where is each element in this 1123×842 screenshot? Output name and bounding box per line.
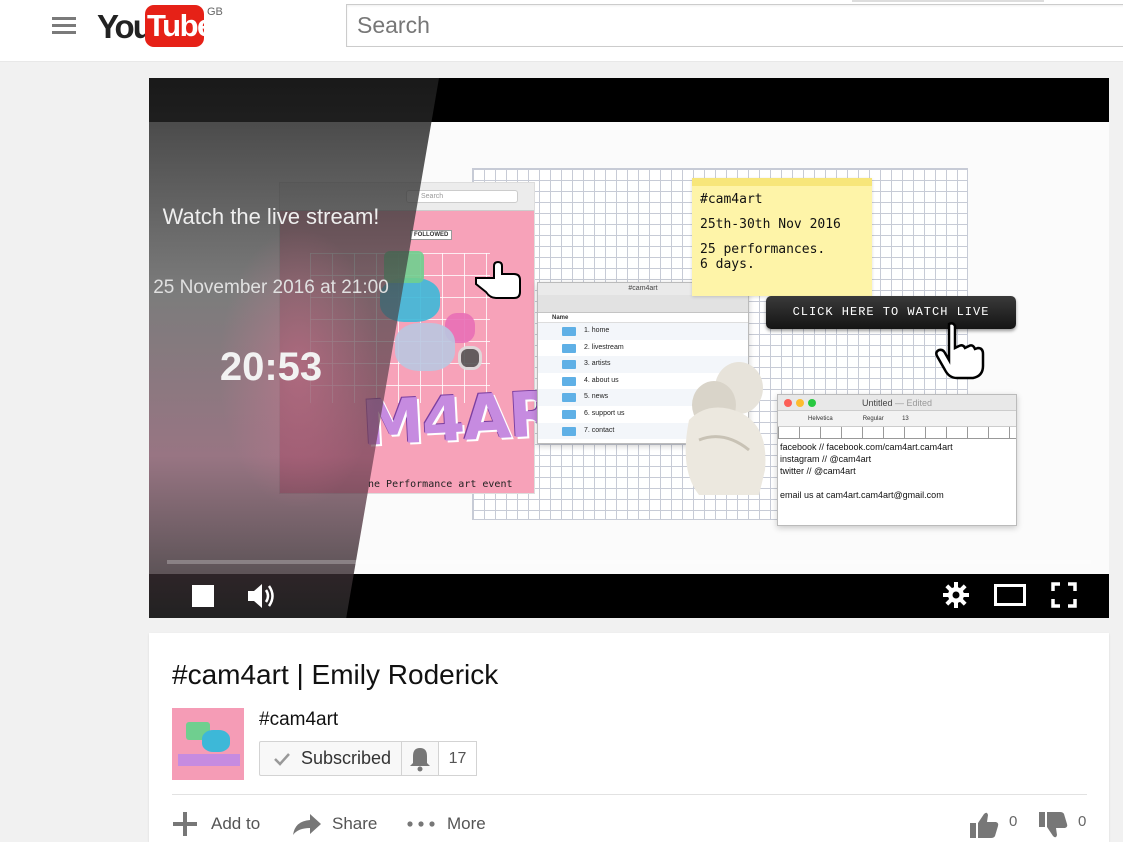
more-button[interactable]: More — [407, 809, 497, 839]
notification-bell-button[interactable] — [401, 741, 439, 776]
more-label: More — [447, 814, 486, 833]
textedit-format-bar: Helvetica Regular 13 — [778, 411, 1016, 427]
note-line-performances: 25 performances. — [700, 242, 826, 257]
thumbs-up-icon — [970, 812, 999, 838]
finder-column-header: Name — [538, 313, 748, 323]
zoom-dot-icon — [808, 399, 816, 407]
folder-icon — [562, 360, 576, 370]
note-line-dates: 25th-30th Nov 2016 — [700, 217, 841, 232]
font-family-select: Helvetica — [808, 416, 833, 422]
search-dropdown-edge — [852, 0, 1044, 2]
textedit-titlebar: Untitled — Edited — [778, 395, 1016, 411]
masthead: You Tube GB — [0, 0, 1123, 62]
webcam-image — [458, 346, 482, 370]
finder-toolbar — [538, 295, 748, 313]
followed-tab: FOLLOWED — [410, 230, 453, 240]
theater-mode-icon[interactable] — [994, 584, 1026, 606]
note-line-hashtag: #cam4art — [700, 192, 763, 207]
bell-icon — [410, 748, 430, 772]
textedit-body: facebook // facebook.com/cam4art.cam4art… — [778, 439, 1016, 503]
folder-icon — [562, 327, 576, 336]
finder-item: 1. home — [538, 323, 748, 340]
textedit-window: Untitled — Edited Helvetica Regular 13 f… — [777, 394, 1017, 526]
settings-gear-icon[interactable] — [943, 582, 969, 608]
player-controls — [149, 574, 1109, 618]
minimize-dot-icon — [796, 399, 804, 407]
textedit-line: instagram // @cam4art — [780, 454, 872, 464]
dislike-button[interactable]: 0 — [1038, 809, 1094, 839]
statue-image — [685, 362, 766, 495]
like-count: 0 — [1009, 813, 1018, 830]
font-style-select: Regular — [862, 416, 884, 422]
stop-icon[interactable] — [192, 585, 214, 607]
browser-search: Search — [406, 190, 518, 203]
divider — [172, 794, 1087, 795]
textedit-line: email us at cam4art.cam4art@gmail.com — [780, 490, 944, 500]
avatar-shape-teal — [202, 730, 230, 752]
font-size-select: 13 — [902, 416, 909, 422]
overlay-title: Watch the live stream! — [162, 204, 380, 229]
check-icon — [274, 753, 290, 766]
volume-icon[interactable] — [246, 582, 276, 610]
video-info-card: #cam4art | Emily Roderick #cam4art Subsc… — [149, 633, 1109, 842]
avatar-shape-title — [178, 754, 240, 766]
thumbs-down-icon — [1039, 812, 1068, 838]
share-button[interactable]: Share — [292, 809, 382, 839]
textedit-status: — Edited — [895, 398, 933, 408]
search-input[interactable] — [347, 5, 1123, 46]
close-dot-icon — [784, 399, 792, 407]
search-box[interactable] — [346, 4, 1123, 47]
logo-tube-text: Tube — [145, 5, 214, 47]
dislike-count: 0 — [1078, 813, 1087, 830]
cursor-hand-icon — [935, 322, 985, 380]
pointer-hand-icon — [475, 260, 521, 299]
logo-you-text: You — [97, 8, 153, 45]
textedit-line: twitter // @cam4art — [780, 466, 856, 476]
note-line-days: 6 days. — [700, 257, 755, 272]
folder-icon — [562, 343, 576, 353]
fullscreen-icon[interactable] — [1051, 582, 1077, 608]
overlay-date: 25 November 2016 at 21:00 — [153, 277, 389, 298]
channel-name[interactable]: #cam4art — [259, 709, 338, 731]
more-dots-icon — [407, 821, 435, 827]
textedit-title: Untitled — [861, 398, 893, 408]
textedit-ruler — [778, 427, 1016, 439]
plus-icon — [173, 812, 197, 836]
add-to-button[interactable]: Add to — [172, 809, 262, 839]
subscribe-button[interactable]: Subscribed — [259, 741, 402, 776]
subscribe-label: Subscribed — [301, 748, 392, 768]
video-player[interactable]: Search FOLLOWED M4ART ne Performance art… — [149, 78, 1109, 618]
sticky-note: #cam4art 25th-30th Nov 2016 25 performan… — [692, 178, 872, 296]
region-code: GB — [207, 6, 223, 18]
channel-avatar[interactable] — [172, 708, 244, 780]
progress-bar[interactable] — [167, 560, 1091, 564]
share-arrow-icon — [293, 814, 321, 835]
collage-blob-violet — [395, 323, 455, 371]
textedit-line: facebook // facebook.com/cam4art.cam4art — [780, 442, 953, 452]
video-title: #cam4art | Emily Roderick — [172, 659, 499, 690]
overlay-countdown: 20:53 — [219, 345, 323, 389]
guide-menu-icon[interactable] — [52, 17, 76, 35]
share-label: Share — [332, 814, 378, 833]
pink-tagline: ne Performance art event — [368, 479, 513, 490]
like-button[interactable]: 0 — [969, 809, 1025, 839]
folder-icon — [562, 409, 576, 419]
folder-icon — [562, 426, 576, 436]
subscriber-count: 17 — [438, 741, 477, 776]
add-to-label: Add to — [211, 814, 261, 833]
folder-icon — [562, 393, 576, 403]
folder-icon — [562, 376, 576, 386]
textedit-line — [780, 477, 1014, 489]
